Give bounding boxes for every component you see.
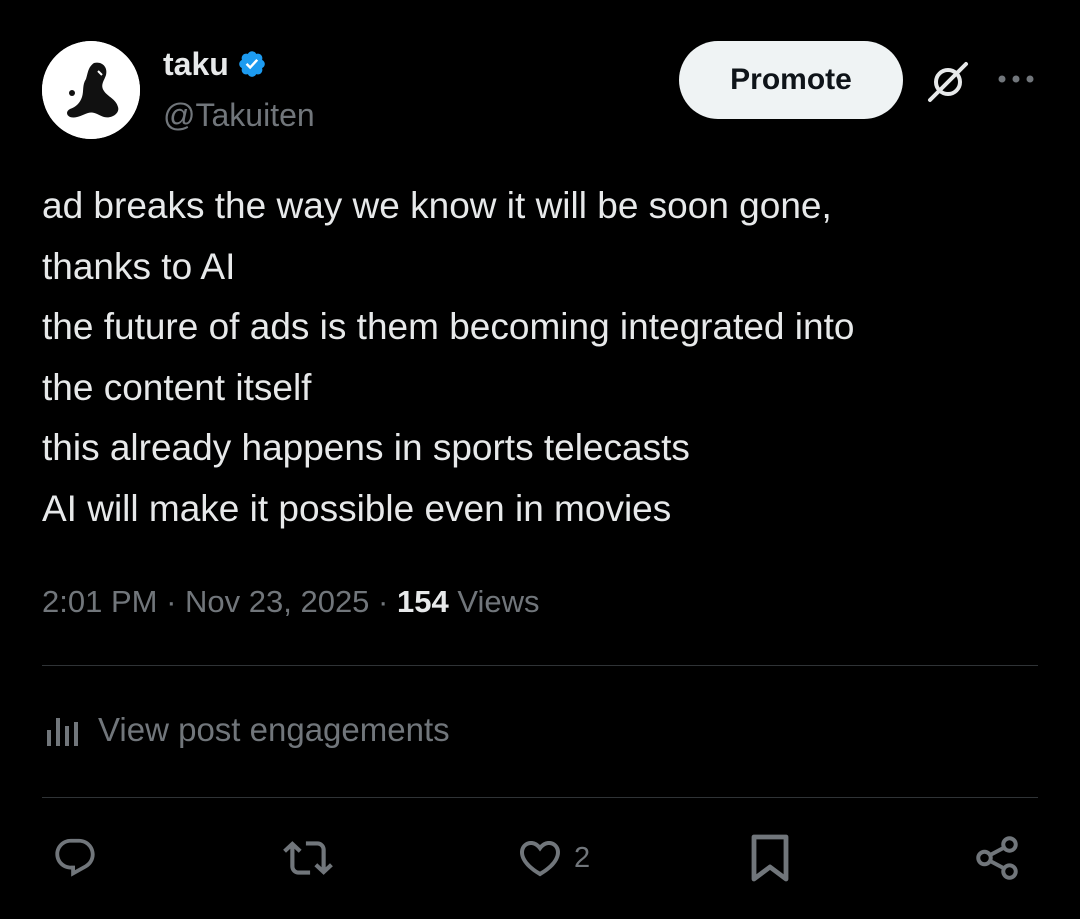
post-card: taku @Takuiten Promote ad breaks the way… (0, 0, 1080, 919)
heart-icon (519, 841, 561, 877)
share-button[interactable] (972, 833, 1022, 883)
like-count: 2 (574, 841, 591, 874)
view-engagements-label: View post engagements (98, 711, 450, 748)
views-label: Views (457, 584, 540, 619)
post-text-line: ad breaks the way we know it will be soo… (42, 185, 832, 226)
analytics-bars-icon (44, 712, 80, 748)
meta-separator: · (369, 584, 397, 619)
divider (42, 665, 1038, 666)
post-text-line: AI will make it possible even in movies (42, 487, 672, 529)
post-time[interactable]: 2:01 PM (42, 584, 157, 619)
divider (42, 797, 1038, 798)
author-name-row: taku (163, 46, 267, 82)
post-meta: 2:01 PM · Nov 23, 2025 · 154 Views (42, 582, 540, 622)
grok-icon[interactable] (924, 58, 972, 106)
repost-button[interactable] (283, 833, 343, 883)
bookmark-icon (751, 834, 789, 882)
meta-separator: · (157, 584, 186, 619)
share-icon (976, 836, 1018, 880)
post-date[interactable]: Nov 23, 2025 (185, 584, 369, 619)
promote-button[interactable]: Promote (679, 41, 903, 119)
post-text-line: the future of ads is them becoming integ… (42, 306, 855, 347)
author-display-name[interactable]: taku (163, 46, 229, 82)
post-text-line: this already happens in sports telecasts (42, 427, 690, 468)
view-engagements-button[interactable]: View post engagements (44, 710, 450, 750)
repost-icon (283, 841, 333, 875)
views-count: 154 (397, 584, 449, 619)
avatar-image (42, 41, 140, 139)
bookmark-button[interactable] (748, 833, 802, 883)
more-options-icon[interactable] (996, 64, 1036, 94)
like-button[interactable]: 2 (516, 833, 590, 883)
post-text-line: the content itself (42, 366, 312, 408)
reply-button[interactable] (52, 833, 108, 883)
avatar[interactable] (42, 41, 140, 139)
post-text: ad breaks the way we know it will be soo… (42, 176, 1042, 539)
author-handle[interactable]: @Takuiten (163, 97, 315, 133)
verified-badge-icon (237, 49, 267, 79)
reply-icon (55, 838, 95, 877)
post-text-line: thanks to AI (42, 245, 236, 287)
